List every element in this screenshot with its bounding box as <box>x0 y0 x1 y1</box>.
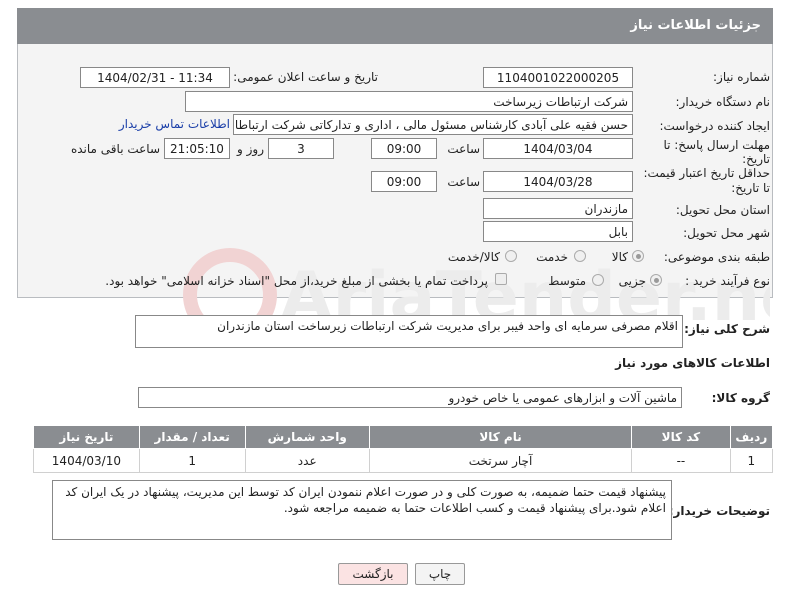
price-validity-date-field: 1404/03/28 <box>483 171 633 192</box>
goods-info-title: اطلاعات کالاهای مورد نیاز <box>615 356 770 370</box>
category-service-radio[interactable] <box>574 250 586 262</box>
goods-group-label: گروه کالا: <box>711 391 770 405</box>
col-row: ردیف <box>729 425 774 449</box>
panel-header: جزئیات اطلاعات نیاز <box>17 8 773 44</box>
category-label: طبقه بندی موضوعی: <box>663 250 770 264</box>
announce-datetime-field: 1404/02/31 - 11:34 <box>80 67 230 88</box>
buyer-contact-link[interactable]: اطلاعات تماس خریدار <box>110 117 230 131</box>
cell-unit: عدد <box>244 448 370 473</box>
goods-group-field: ماشین آلات و ابزارهای عمومی یا خاص خودرو <box>138 387 682 408</box>
category-service-label: خدمت <box>536 250 568 264</box>
buyer-notes-field: پیشنهاد قیمت حتما ضمیمه، به صورت کلی و د… <box>52 480 672 540</box>
back-button[interactable]: بازگشت <box>338 563 408 585</box>
creator-field: حسن فقیه علی آبادی کارشناس مسئول مالی ، … <box>233 114 633 135</box>
reply-time-field: 09:00 <box>371 138 437 159</box>
creator-label: ایجاد کننده درخواست: <box>659 119 770 133</box>
need-number-label: شماره نیاز: <box>713 70 770 84</box>
process-medium-label: متوسط <box>548 274 586 288</box>
need-number-field: 1104001022000205 <box>483 67 633 88</box>
process-minor-radio[interactable] <box>650 274 662 286</box>
price-validity-label: حداقل تاریخ اعتبار قیمت: <box>643 166 770 180</box>
description-label: شرح کلی نیاز: <box>684 322 770 336</box>
remaining-time-label: ساعت باقی مانده <box>70 142 160 156</box>
treasury-payment-checkbox[interactable] <box>495 273 507 285</box>
col-goods-code: کد کالا <box>631 425 731 449</box>
days-label: روز و <box>237 142 264 156</box>
cell-quantity: 1 <box>138 448 246 473</box>
goods-table: ردیف کد کالا نام کالا واحد شمارش تعداد /… <box>33 425 774 473</box>
category-goods-label: کالا <box>611 250 628 264</box>
remaining-days-field: 3 <box>268 138 334 159</box>
category-goods-service-radio[interactable] <box>505 250 517 262</box>
col-quantity: تعداد / مقدار <box>138 425 246 449</box>
table-row: 1 -- آچار سرتخت عدد 1 1404/03/10 <box>33 448 774 473</box>
col-need-date: تاریخ نیاز <box>33 425 140 449</box>
province-label: استان محل تحویل: <box>675 203 770 217</box>
buyer-field: شرکت ارتباطات زیرساخت <box>185 91 633 112</box>
reply-deadline-date-field: 1404/03/04 <box>483 138 633 159</box>
cell-need-date: 1404/03/10 <box>33 448 140 473</box>
cell-goods-code: -- <box>631 448 731 473</box>
col-goods-name: نام کالا <box>368 425 633 449</box>
category-goods-service-label: کالا/خدمت <box>447 250 500 264</box>
price-validity-time-field: 09:00 <box>371 171 437 192</box>
cell-goods-name: آچار سرتخت <box>368 448 633 473</box>
col-unit: واحد شمارش <box>244 425 370 449</box>
cell-row: 1 <box>729 448 774 473</box>
remaining-time-field: 21:05:10 <box>164 138 230 159</box>
buyer-notes-label: توضیحات خریدار: <box>668 504 770 518</box>
reply-deadline-label-date: تاریخ: <box>742 152 770 166</box>
category-goods-radio[interactable] <box>632 250 644 262</box>
description-field: اقلام مصرفی سرمایه ای واحد فیبر برای مدی… <box>135 315 683 348</box>
treasury-payment-note: پرداخت تمام یا بخشی از مبلغ خرید،از محل … <box>105 274 488 288</box>
process-minor-label: جزیی <box>618 274 646 288</box>
buyer-label: نام دستگاه خریدار: <box>675 95 771 109</box>
panel-title: جزئیات اطلاعات نیاز <box>630 18 761 33</box>
announce-datetime-label: تاریخ و ساعت اعلان عمومی: <box>233 70 378 84</box>
goods-table-header: ردیف کد کالا نام کالا واحد شمارش تعداد /… <box>33 425 774 449</box>
process-medium-radio[interactable] <box>592 274 604 286</box>
reply-deadline-label: مهلت ارسال پاسخ: تا <box>663 138 770 152</box>
reply-time-label: ساعت <box>447 142 480 156</box>
city-label: شهر محل تحویل: <box>683 226 770 240</box>
price-validity-label-date: تا تاریخ: <box>731 181 770 195</box>
print-button[interactable]: چاپ <box>415 563 465 585</box>
price-validity-time-label: ساعت <box>447 175 480 189</box>
process-label: نوع فرآیند خرید : <box>685 274 770 288</box>
province-field: مازندران <box>483 198 633 219</box>
city-field: بابل <box>483 221 633 242</box>
